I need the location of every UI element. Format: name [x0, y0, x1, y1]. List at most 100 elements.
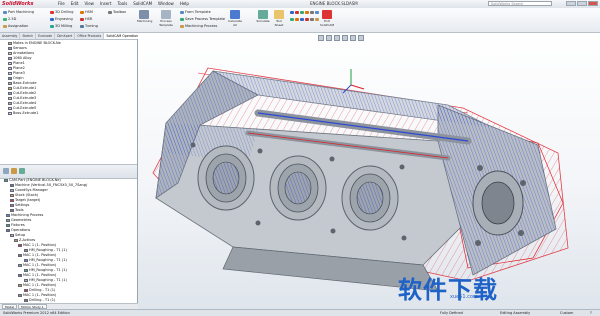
cam-tree-item[interactable]: Z-Actives: [14, 238, 35, 243]
tree-node-icon: [8, 41, 12, 45]
process-template-button[interactable]: Process Template: [156, 10, 176, 27]
cam-tree-item[interactable]: MAC 1 (1- Position): [18, 253, 56, 258]
maximize-button[interactable]: [577, 1, 587, 6]
tree-node-icon: [8, 91, 12, 95]
ribbon-engraving[interactable]: Engraving: [50, 17, 73, 21]
feature-tree-item[interactable]: Cut-Extrude4: [8, 101, 36, 106]
tree-node-icon: [18, 243, 22, 247]
cam-tree-item[interactable]: CAM-Part (ENGINE BLOCK-Ne): [4, 178, 61, 183]
cam-tree-item[interactable]: Drilling - T1 (1): [24, 298, 55, 303]
cam-tree-item[interactable]: Machining Process: [6, 213, 43, 218]
feature-tree-item[interactable]: Cut-Extrude2: [8, 91, 36, 96]
feature-manager-icon[interactable]: [3, 168, 9, 174]
ribbon-hsr[interactable]: HSR: [80, 17, 92, 21]
machining-button[interactable]: Machining: [137, 10, 152, 24]
ribbon-toolbox[interactable]: Toolbox: [108, 10, 126, 14]
menu-insert[interactable]: Insert: [100, 1, 111, 7]
cam-tree-item[interactable]: Settings: [10, 203, 29, 208]
menu-help[interactable]: Help: [180, 1, 189, 7]
tree-node-label: MAC 1 (1- Position): [23, 243, 57, 247]
tree-node-icon: [8, 96, 12, 100]
ribbon-3d-drilling[interactable]: 3D Drilling: [50, 10, 74, 14]
menu-bar: File Edit View Insert Tools SolidCAM Win…: [58, 1, 189, 7]
status-help[interactable]: ?: [590, 310, 592, 316]
feature-tree-item[interactable]: Origin: [8, 76, 24, 81]
menu-view[interactable]: View: [84, 1, 94, 7]
app-logo[interactable]: SolidWorks: [2, 1, 34, 7]
tree-node-label: Cut-Extrude3: [13, 96, 37, 100]
tree-node-label: HM_Roughing - T1 (1): [29, 278, 67, 282]
pane-splitter[interactable]: [0, 164, 137, 179]
feature-tree-item[interactable]: Cut-Extrude3: [8, 96, 36, 101]
calculate-icon: [230, 10, 240, 19]
engine-block-model[interactable]: [138, 33, 600, 309]
tab-evaluate[interactable]: Evaluate: [36, 33, 56, 39]
cam-tree-item[interactable]: MAC 1 (1- Position): [18, 243, 56, 248]
ribbon-small-icons[interactable]: [290, 10, 320, 14]
feature-tree-item[interactable]: Plane3: [8, 71, 25, 76]
cam-tree-item[interactable]: Fixtures: [6, 223, 25, 228]
cam-tree-item[interactable]: Setup: [10, 233, 25, 238]
feature-tree-item[interactable]: Cut-Extrude1: [8, 86, 36, 91]
tab-office-products[interactable]: Office Products: [75, 33, 105, 39]
menu-edit[interactable]: Edit: [71, 1, 79, 7]
feature-tree-item[interactable]: Cut-Extrude5: [8, 106, 36, 111]
menu-file[interactable]: File: [58, 1, 65, 7]
tree-node-label: MAC 1 (1- Position): [23, 283, 57, 287]
ribbon-small-icons-2[interactable]: [290, 17, 320, 21]
tree-node-icon: [24, 258, 28, 262]
feature-tree-item[interactable]: Plane1: [8, 61, 25, 66]
minimize-button[interactable]: [566, 1, 576, 6]
ribbon-from-template[interactable]: From Template: [180, 10, 211, 14]
feature-tree-item[interactable]: Base-Extrude: [8, 81, 36, 86]
cam-tree-item[interactable]: Machine (Vertical-5X_FNC5X0_5X_7Sang): [10, 183, 87, 188]
property-manager-icon[interactable]: [11, 168, 17, 174]
tab-sketch[interactable]: Sketch: [20, 33, 37, 39]
ribbon-save-process-template[interactable]: Save Process Template: [180, 17, 225, 21]
ribbon-turning[interactable]: Turning: [80, 24, 98, 28]
close-button[interactable]: [588, 1, 598, 6]
cam-tree-item[interactable]: Target (target): [10, 198, 40, 203]
cam-tree-item[interactable]: CoordSys Manager: [10, 188, 48, 193]
cam-tree-item[interactable]: HM_Roughing - T1 (1): [24, 268, 67, 273]
search-input[interactable]: SolidWorks Search: [488, 1, 552, 6]
feature-tree-item[interactable]: Annotations: [8, 51, 34, 56]
tab-dimxpert[interactable]: DimXpert: [55, 33, 76, 39]
solidcam-manager-icon[interactable]: [19, 168, 25, 174]
feature-tree-item[interactable]: Mates in ENGINE BLOCK-Ne: [8, 41, 61, 46]
cam-tree-item[interactable]: MAC 1 (1- Position): [18, 263, 56, 268]
simulate-button[interactable]: Simulate: [256, 10, 270, 24]
cam-tree-item[interactable]: MAC 1 (1- Position): [18, 293, 56, 298]
ribbon-hsm[interactable]: HSM: [80, 10, 93, 14]
ribbon-2-5d[interactable]: 2.5D: [3, 17, 16, 21]
graphics-viewport[interactable]: [138, 33, 600, 309]
ribbon-machining-process[interactable]: Machining Process: [180, 24, 217, 28]
exit-solidcam-button[interactable]: Exit SolidCAM: [320, 10, 334, 27]
left-pane: Assembly Sketch Evaluate DimXpert Office…: [0, 33, 143, 309]
ribbon-part-machining[interactable]: Part Machining: [3, 10, 34, 14]
feature-tree-item[interactable]: Sensors: [8, 46, 27, 51]
cam-tree-item[interactable]: HM_Roughing - T1 (1): [24, 278, 67, 283]
feature-tree-item[interactable]: 1060 Alloy: [8, 56, 32, 61]
cam-tree-item[interactable]: MAC 1 (1- Position): [18, 273, 56, 278]
feature-tree-item[interactable]: Plane2: [8, 66, 25, 71]
cam-tree-item[interactable]: HM_Roughing - T1 (1): [24, 248, 67, 253]
calculate-all-button[interactable]: Calculate All: [228, 10, 242, 27]
ribbon-assignation[interactable]: Assignation: [3, 24, 28, 28]
cam-tree-item[interactable]: Geometries: [6, 218, 31, 223]
cam-tree-item[interactable]: MAC 1 (1- Position): [18, 283, 56, 288]
cam-tree-item[interactable]: Operations: [6, 228, 30, 233]
menu-window[interactable]: Window: [158, 1, 174, 7]
tree-node-icon: [10, 208, 14, 212]
menu-solidcam[interactable]: SolidCAM: [133, 1, 152, 7]
status-units[interactable]: Custom: [560, 310, 573, 316]
cam-tree-item[interactable]: Drilling - T1 (1): [24, 288, 55, 293]
feature-tree-item[interactable]: Boss-Extrude1: [8, 111, 38, 116]
tab-assembly[interactable]: Assembly: [0, 33, 21, 39]
cam-tree-item[interactable]: Stock (Stock): [10, 193, 38, 198]
ribbon-3d-milling[interactable]: 3D Milling: [50, 24, 72, 28]
cam-tree-item[interactable]: HM_Roughing - T1 (1): [24, 258, 67, 263]
cam-tree-item[interactable]: Tools: [10, 208, 24, 213]
menu-tools[interactable]: Tools: [117, 1, 127, 7]
tool-sheet-button[interactable]: Tool Sheet: [272, 10, 286, 27]
